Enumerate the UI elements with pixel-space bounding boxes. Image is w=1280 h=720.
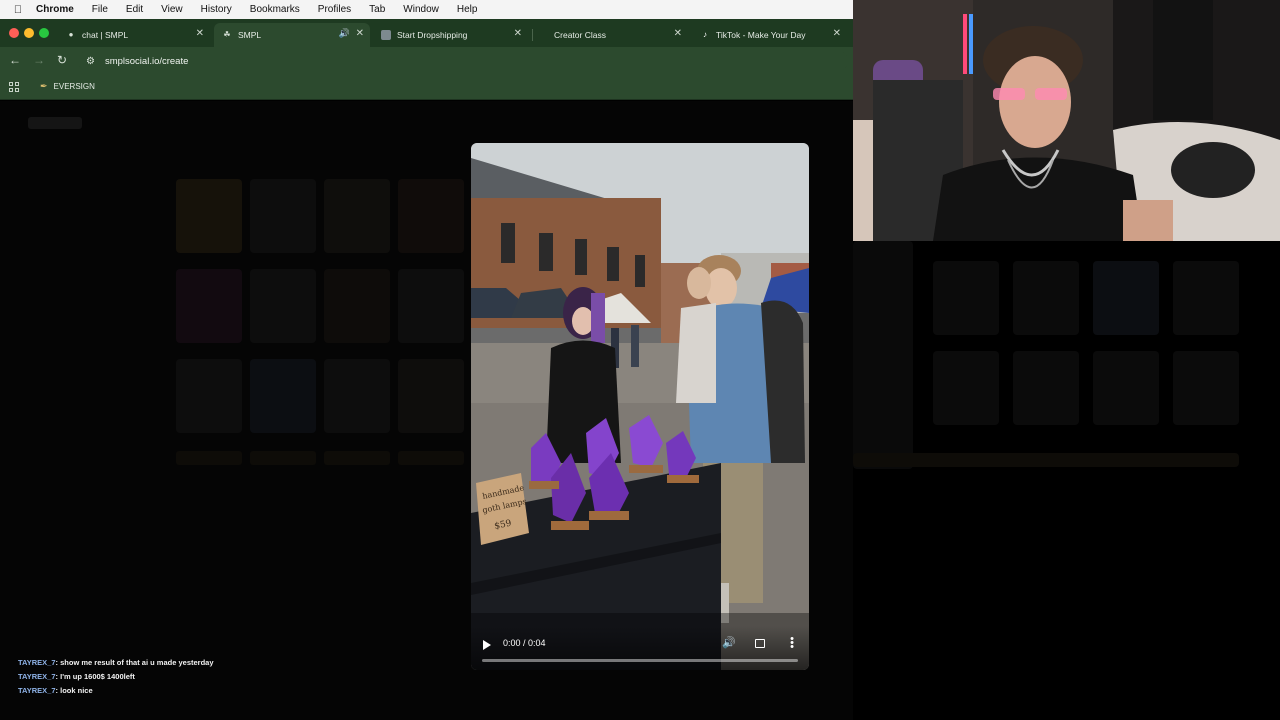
bookmarks-bar: ✒ EVERSIGN — [0, 75, 853, 100]
fullscreen-icon[interactable] — [755, 639, 765, 648]
smpl-icon: ● — [68, 30, 74, 39]
grid-card — [1093, 261, 1159, 335]
chat-text: I'm up 1600$ 1400left — [60, 672, 135, 681]
menu-file[interactable]: File — [92, 4, 108, 15]
tab-label: chat | SMPL — [82, 30, 129, 40]
grid-card — [1173, 351, 1239, 425]
grid-card — [176, 359, 242, 433]
grid-card — [398, 359, 464, 433]
bookmark-eversign[interactable]: ✒ EVERSIGN — [40, 81, 95, 92]
close-tab-icon[interactable]: ✕ — [674, 28, 682, 39]
grid-card — [250, 179, 316, 253]
grid-card — [324, 179, 390, 253]
menu-history[interactable]: History — [201, 4, 232, 15]
grid-card — [853, 241, 913, 469]
cube-icon — [381, 30, 391, 40]
url-text[interactable]: smplsocial.io/create — [105, 56, 188, 67]
address-bar[interactable]: ⚙ smplsocial.io/create — [78, 51, 848, 71]
grid-caption — [853, 453, 1239, 467]
bookmark-label: EVERSIGN — [53, 82, 95, 91]
tab-label: Creator Class — [554, 30, 606, 40]
video-controls: 0:00 / 0:04 🔊 • • • — [471, 626, 809, 670]
tab-start-dropshipping[interactable]: Start Dropshipping ✕ — [373, 23, 528, 47]
menu-window[interactable]: Window — [403, 4, 439, 15]
menu-edit[interactable]: Edit — [126, 4, 143, 15]
close-window-button[interactable] — [9, 28, 19, 38]
volume-icon[interactable]: 🔊 — [722, 636, 736, 649]
grid-caption — [250, 451, 316, 465]
grid-card — [1013, 261, 1079, 335]
zoom-window-button[interactable] — [39, 28, 49, 38]
grid-card — [1173, 261, 1239, 335]
grid-card — [1013, 351, 1079, 425]
reload-icon[interactable]: ↻ — [57, 53, 67, 67]
grid-card — [398, 269, 464, 343]
grid-card — [176, 179, 242, 253]
site-settings-icon[interactable]: ⚙ — [86, 56, 95, 67]
feather-icon: ✒ — [40, 81, 48, 91]
screen:  Chrome File Edit View History Bookmark… — [0, 0, 1280, 720]
chat-username: TAYREX_7 — [18, 686, 56, 695]
grid-card — [176, 269, 242, 343]
chat-text: look nice — [60, 686, 93, 695]
grid-card — [1093, 351, 1159, 425]
tab-creator-class[interactable]: Creator Class ✕ — [538, 23, 688, 47]
menu-tab[interactable]: Tab — [369, 4, 385, 15]
chat-username: TAYREX_7 — [18, 658, 56, 667]
grid-card — [324, 359, 390, 433]
chat-message: TAYREX_7: show me result of that ai u ma… — [18, 658, 214, 667]
tab-chat-smpl[interactable]: ● chat | SMPL ✕ — [58, 23, 210, 47]
chat-message: TAYREX_7: I'm up 1600$ 1400left — [18, 672, 135, 681]
tiktok-icon: ♪ — [703, 30, 707, 39]
webcam-feed — [853, 0, 1280, 241]
grid-caption — [176, 451, 242, 465]
tab-smpl[interactable]: ☘ SMPL 🔊 ✕ — [214, 23, 370, 47]
grid-card — [933, 261, 999, 335]
close-tab-icon[interactable]: ✕ — [356, 28, 364, 39]
tab-strip: ● chat | SMPL ✕ ☘ SMPL 🔊 ✕ Start Dropshi… — [0, 19, 853, 47]
chat-text: show me result of that ai u made yesterd… — [60, 658, 214, 667]
back-arrow-icon[interactable]: ← — [9, 53, 21, 67]
more-options-icon[interactable]: • • • — [789, 634, 795, 653]
apple-icon[interactable]:  — [0, 4, 36, 16]
grid-card — [250, 359, 316, 433]
grid-card — [250, 269, 316, 343]
apps-grid-icon[interactable] — [9, 82, 19, 92]
tab-label: SMPL — [238, 30, 262, 40]
close-tab-icon[interactable]: ✕ — [514, 28, 522, 39]
menu-app-chrome[interactable]: Chrome — [36, 4, 74, 15]
tab-label: TikTok - Make Your Day — [716, 30, 806, 40]
video-progress-bar[interactable] — [482, 659, 798, 662]
grid-caption — [398, 451, 464, 465]
speaker-icon[interactable]: 🔊 — [339, 28, 350, 39]
chat-username: TAYREX_7 — [18, 672, 56, 681]
right-backdrop — [853, 241, 1280, 720]
menu-bookmarks[interactable]: Bookmarks — [250, 4, 300, 15]
tab-label: Start Dropshipping — [397, 30, 468, 40]
browser-toolbar: ← → ↻ ⚙ smplsocial.io/create — [0, 47, 853, 75]
video-time: 0:00 / 0:04 — [503, 638, 546, 648]
video-frame: handmade goth lamps $59 — [471, 143, 809, 670]
menu-profiles[interactable]: Profiles — [318, 4, 351, 15]
grid-card — [324, 269, 390, 343]
stream-chat: TAYREX_7: show me result of that ai u ma… — [18, 656, 438, 698]
tab-separator — [532, 29, 533, 41]
grid-caption — [324, 451, 390, 465]
chat-message: TAYREX_7: look nice — [18, 686, 93, 695]
minimize-window-button[interactable] — [24, 28, 34, 38]
page-title-placeholder — [28, 117, 82, 129]
tab-tiktok[interactable]: ♪ TikTok - Make Your Day ✕ — [692, 23, 847, 47]
close-tab-icon[interactable]: ✕ — [196, 28, 204, 39]
grid-card — [398, 179, 464, 253]
menu-view[interactable]: View — [161, 4, 183, 15]
forward-arrow-icon[interactable]: → — [33, 53, 45, 67]
webcam-overlay — [853, 0, 1280, 241]
menu-help[interactable]: Help — [457, 4, 478, 15]
smpl-icon: ☘ — [223, 30, 231, 39]
video-player[interactable]: handmade goth lamps $59 0:00 / 0:04 🔊 • •… — [471, 143, 809, 670]
play-icon[interactable] — [483, 640, 491, 650]
grid-card — [933, 351, 999, 425]
close-tab-icon[interactable]: ✕ — [833, 28, 841, 39]
